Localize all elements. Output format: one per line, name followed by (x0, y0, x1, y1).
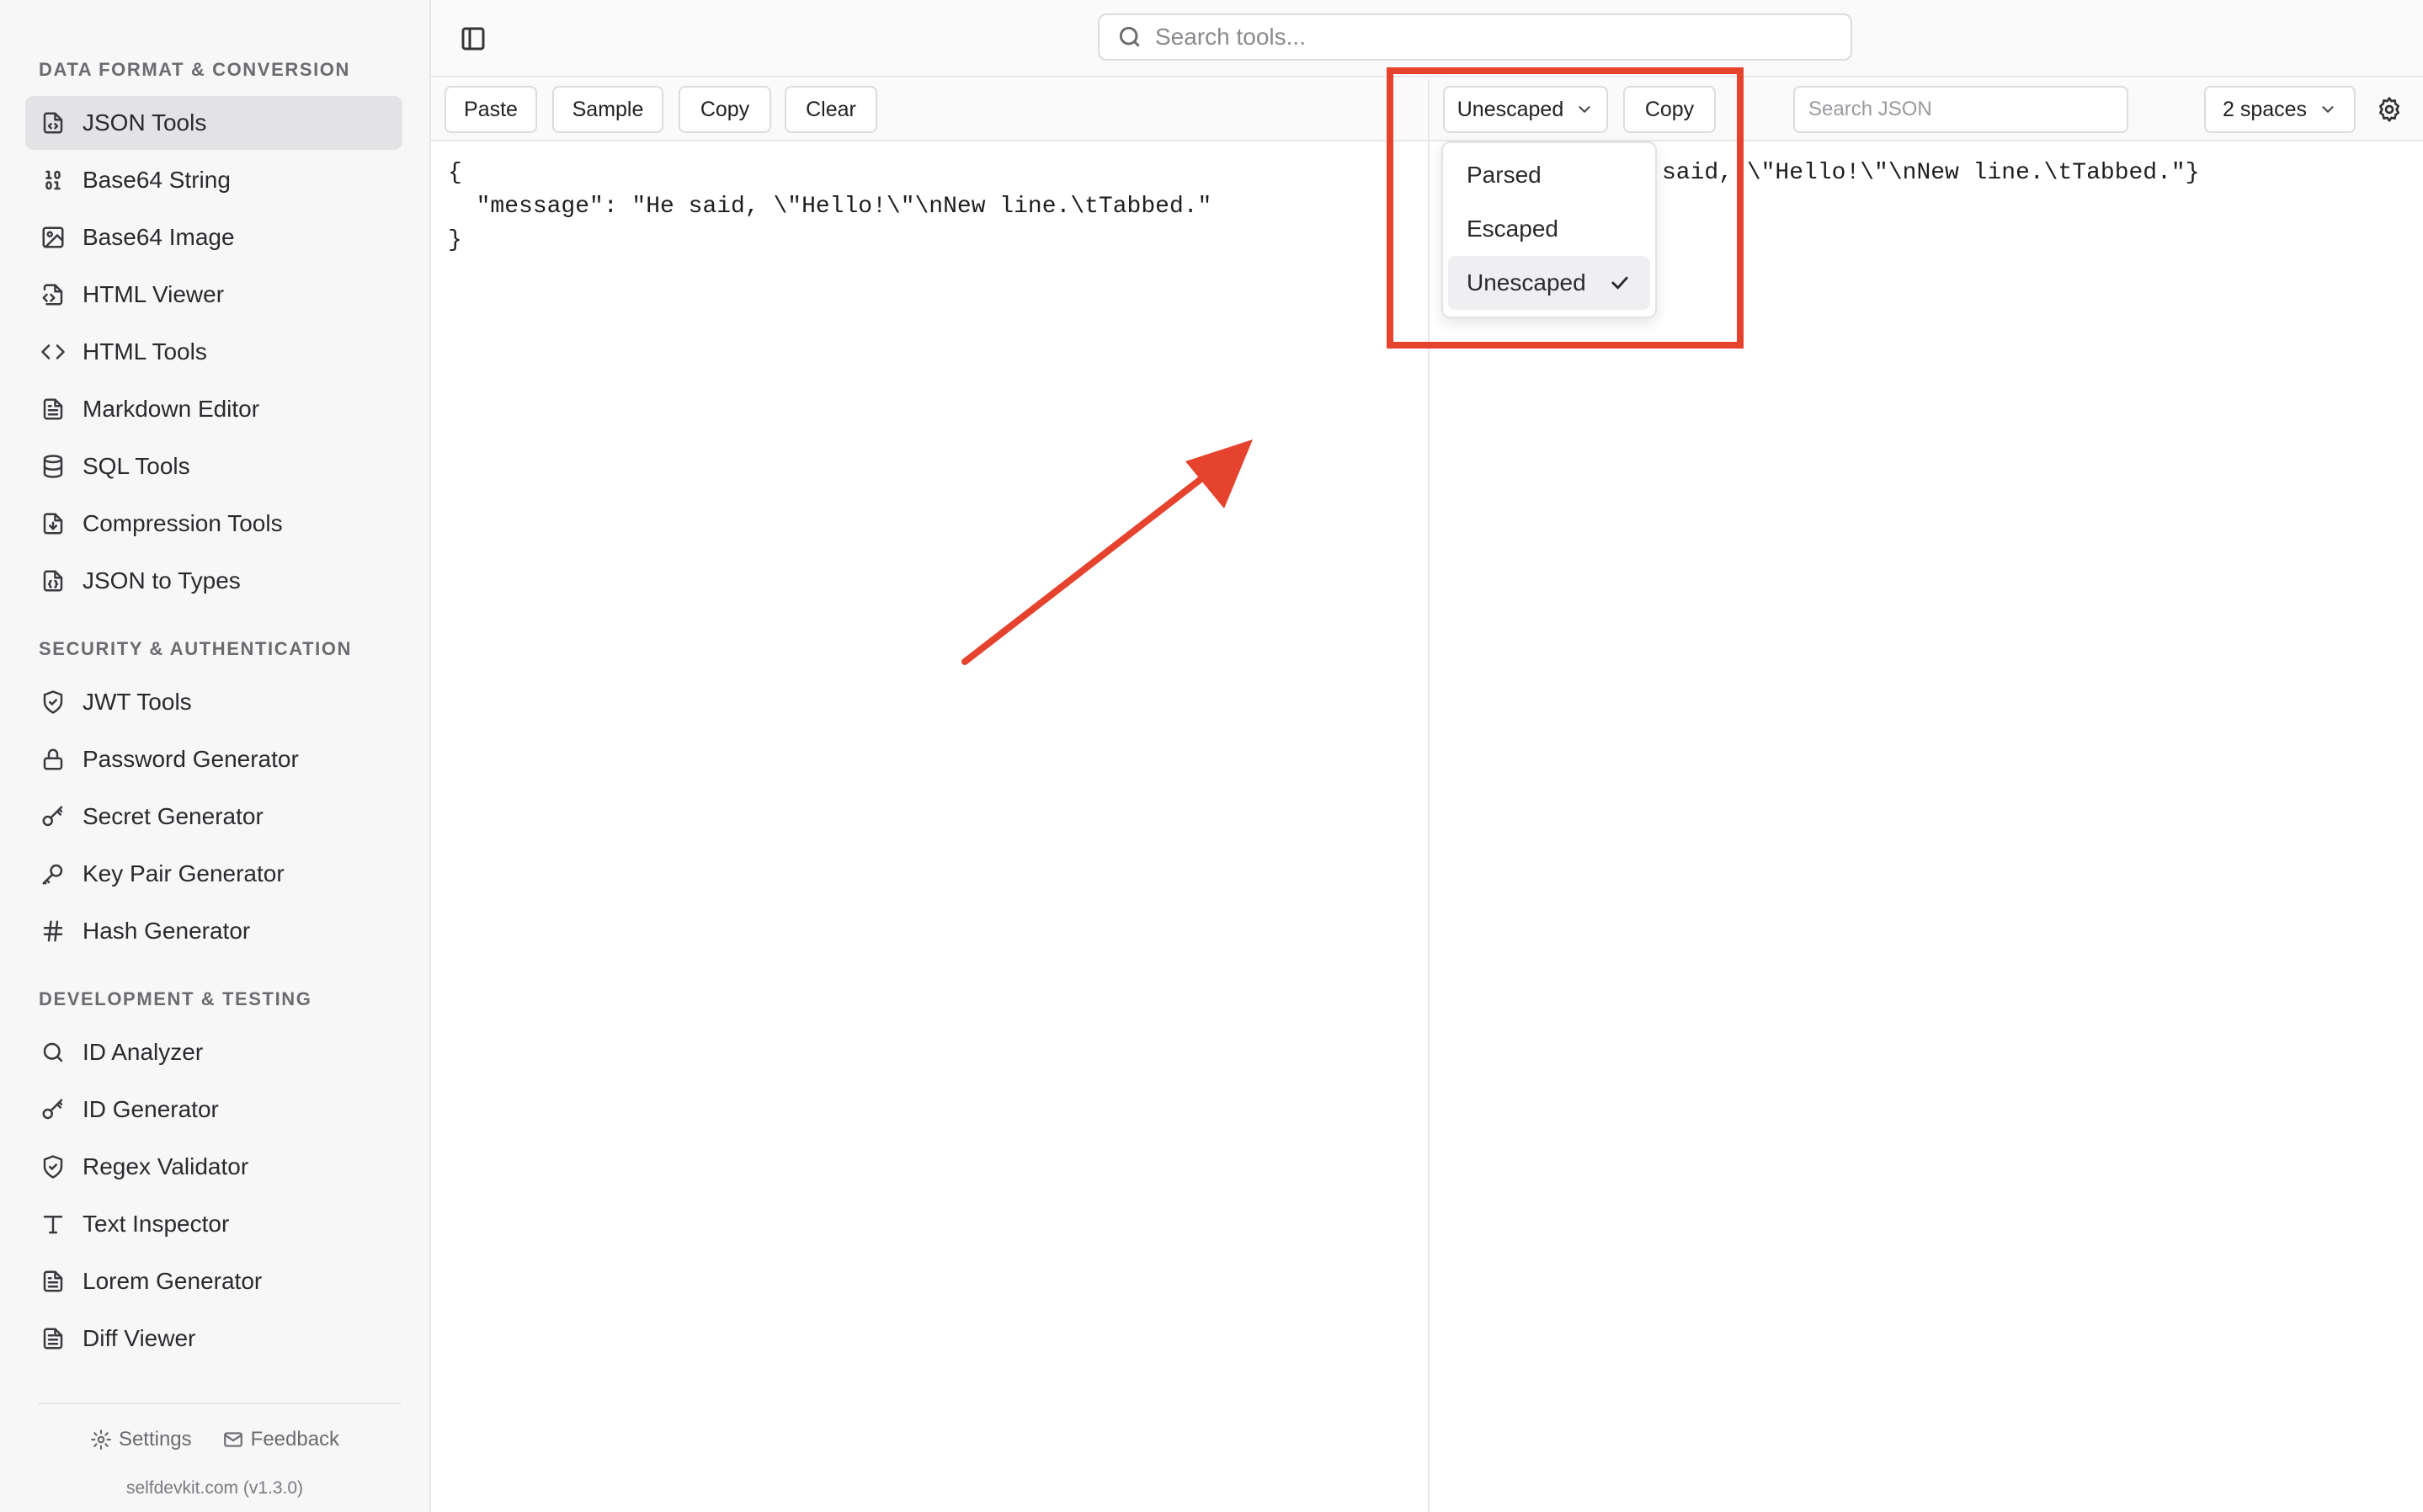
sidebar-item-label: Password Generator (83, 746, 299, 772)
file-text-icon (39, 1267, 67, 1296)
sidebar-item-label: HTML Tools (83, 338, 207, 365)
feedback-link[interactable]: Feedback (222, 1428, 339, 1451)
file-code-icon (39, 109, 67, 137)
binary-icon (39, 166, 67, 194)
sidebar-item-lorem-generator[interactable]: Lorem Generator (25, 1254, 402, 1308)
sidebar-item-label: Markdown Editor (83, 396, 260, 422)
file-archive-icon (39, 509, 67, 538)
sidebar-item-base64-image[interactable]: Base64 Image (25, 210, 402, 264)
sample-button[interactable]: Sample (552, 86, 663, 133)
lock-icon (39, 745, 67, 774)
sidebar-item-label: JWT Tools (83, 689, 192, 715)
footer-links: Settings Feedback (0, 1428, 429, 1451)
sidebar-item-label: Secret Generator (83, 803, 264, 829)
json-search-input[interactable] (1793, 86, 2128, 133)
sidebar-item-base64-string[interactable]: Base64 String (25, 153, 402, 207)
sidebar-item-markdown-editor[interactable]: Markdown Editor (25, 382, 402, 436)
sidebar-item-label: Lorem Generator (83, 1268, 263, 1294)
sidebar-item-text-inspector[interactable]: Text Inspector (25, 1197, 402, 1251)
sidebar-item-label: Regex Validator (83, 1153, 249, 1179)
file-text-icon (39, 395, 67, 423)
indent-value: 2 spaces (2222, 97, 2308, 121)
database-icon (39, 452, 67, 481)
sidebar-item-json-tools[interactable]: JSON Tools (25, 96, 402, 150)
sidebar-item-label: Key Pair Generator (83, 860, 285, 886)
annotation-highlight-box (1387, 67, 1744, 349)
footer-divider (39, 1403, 401, 1404)
sidebar-footer: Settings Feedback selfdevkit.com (v1.3.0… (0, 1403, 429, 1512)
search-icon (1119, 26, 1140, 47)
code-brackets-icon (39, 338, 67, 366)
sidebar-item-id-generator[interactable]: ID Generator (25, 1083, 402, 1137)
sidebar-toggle-button[interactable] (456, 22, 490, 56)
tool-search-input[interactable] (1155, 24, 1829, 51)
file-json-icon (39, 567, 67, 595)
sidebar-item-label: HTML Viewer (83, 281, 225, 307)
file-diff-icon (39, 1324, 67, 1353)
section-title-security: SECURITY & AUTHENTICATION (39, 638, 353, 659)
paste-button[interactable]: Paste (445, 86, 537, 133)
sidebar-item-json-to-types[interactable]: JSON to Types (25, 554, 402, 608)
sidebar-item-label: JSON to Types (83, 567, 241, 594)
sidebar-item-password-generator[interactable]: Password Generator (25, 732, 402, 786)
shield-check-icon (39, 1153, 67, 1181)
key-round-icon (39, 802, 67, 831)
settings-link[interactable]: Settings (90, 1428, 192, 1451)
top-bar (431, 0, 2423, 77)
sidebar-item-html-tools[interactable]: HTML Tools (25, 325, 402, 379)
sidebar-item-key-pair-generator[interactable]: Key Pair Generator (25, 847, 402, 901)
hash-icon (39, 917, 67, 945)
settings-button[interactable] (2371, 91, 2408, 128)
sidebar-item-jwt-tools[interactable]: JWT Tools (25, 675, 402, 729)
sidebar-item-label: Text Inspector (83, 1211, 230, 1237)
sidebar-nav[interactable]: DATA FORMAT & CONVERSION JSON Tools Base… (0, 0, 429, 1403)
copy-input-button[interactable]: Copy (679, 86, 771, 133)
clear-button[interactable]: Clear (785, 86, 877, 133)
tool-search (1098, 13, 1852, 61)
sidebar-item-label: ID Analyzer (83, 1039, 204, 1065)
input-toolbar: Paste Sample Copy Clear (431, 79, 1428, 141)
sidebar-item-label: Diff Viewer (83, 1325, 196, 1351)
sidebar-item-label: Hash Generator (83, 918, 251, 944)
sidebar-item-label: Base64 Image (83, 224, 235, 250)
chevron-down-icon (2322, 106, 2334, 113)
search-icon (39, 1038, 67, 1067)
input-editor[interactable]: { "message": "He said, \"Hello!\"\nNew l… (431, 141, 1428, 1512)
section-title-data-format: DATA FORMAT & CONVERSION (39, 59, 351, 80)
indent-select[interactable]: 2 spaces (2204, 86, 2356, 133)
mail-icon (223, 1432, 242, 1447)
sidebar-item-diff-viewer[interactable]: Diff Viewer (25, 1312, 402, 1366)
sidebar-item-label: ID Generator (83, 1096, 219, 1122)
section-title-development: DEVELOPMENT & TESTING (39, 988, 312, 1009)
key-round-icon (39, 1095, 67, 1124)
sidebar-item-label: Compression Tools (83, 510, 283, 536)
panel-left-icon (461, 27, 485, 51)
sidebar-item-regex-validator[interactable]: Regex Validator (25, 1140, 402, 1194)
image-icon (39, 223, 67, 252)
gear-icon (91, 1429, 111, 1450)
sidebar: DATA FORMAT & CONVERSION JSON Tools Base… (0, 0, 431, 1512)
version-text: selfdevkit.com (v1.3.0) (125, 1478, 304, 1498)
shield-check-icon (39, 688, 67, 716)
sidebar-item-sql-tools[interactable]: SQL Tools (25, 439, 402, 493)
sidebar-item-secret-generator[interactable]: Secret Generator (25, 790, 402, 844)
sidebar-item-label: Base64 String (83, 167, 231, 193)
gear-icon (2379, 97, 2399, 122)
feedback-label: Feedback (250, 1428, 340, 1451)
sidebar-item-html-viewer[interactable]: HTML Viewer (25, 268, 402, 322)
sidebar-item-compression-tools[interactable]: Compression Tools (25, 497, 402, 551)
type-icon (39, 1210, 67, 1238)
sidebar-item-hash-generator[interactable]: Hash Generator (25, 904, 402, 958)
sidebar-item-id-analyzer[interactable]: ID Analyzer (25, 1025, 402, 1079)
sidebar-item-label: JSON Tools (83, 109, 207, 136)
sidebar-item-label: SQL Tools (83, 453, 190, 479)
file-html-icon (39, 280, 67, 309)
settings-label: Settings (118, 1428, 192, 1451)
key-icon (39, 860, 67, 888)
